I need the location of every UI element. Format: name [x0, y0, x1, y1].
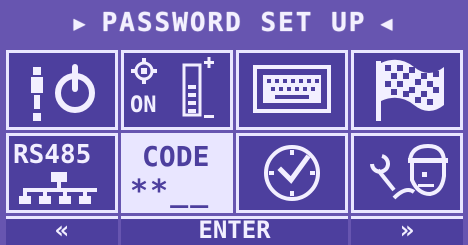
tile-keyboard[interactable] [236, 50, 348, 130]
network-icon [19, 172, 97, 204]
page-title: PASSWORD SET UP [101, 8, 367, 38]
clock-icon [264, 145, 320, 201]
tile-service[interactable] [351, 133, 463, 213]
lcd-screen: ▶ PASSWORD SET UP ◀ ON RS485 CODE **__ «… [0, 0, 468, 245]
wrench-technician-icon [370, 143, 448, 200]
keyboard-icon [253, 65, 331, 113]
triangle-right-icon: ▶ [73, 11, 88, 35]
next-button[interactable]: » [351, 216, 463, 245]
code-value[interactable]: **__ [130, 174, 210, 209]
code-label: CODE [142, 140, 210, 173]
power-icon [31, 64, 95, 121]
triangle-left-icon: ◀ [380, 11, 395, 35]
tile-display[interactable]: ON [121, 50, 233, 130]
menu-grid: ON RS485 CODE **__ [0, 48, 468, 214]
enter-button[interactable]: ENTER [121, 216, 348, 245]
footer: « ENTER » [0, 216, 468, 245]
tile-rs485[interactable]: RS485 [6, 133, 118, 213]
tile-flag[interactable] [351, 50, 463, 130]
tile-power[interactable] [6, 50, 118, 130]
prev-button[interactable]: « [6, 216, 118, 245]
tile-code[interactable]: CODE **__ [121, 133, 233, 213]
display-on-label: ON [130, 93, 157, 118]
checkered-flag-icon [376, 59, 444, 121]
header: ▶ PASSWORD SET UP ◀ [0, 2, 468, 44]
tile-clock[interactable] [236, 133, 348, 213]
